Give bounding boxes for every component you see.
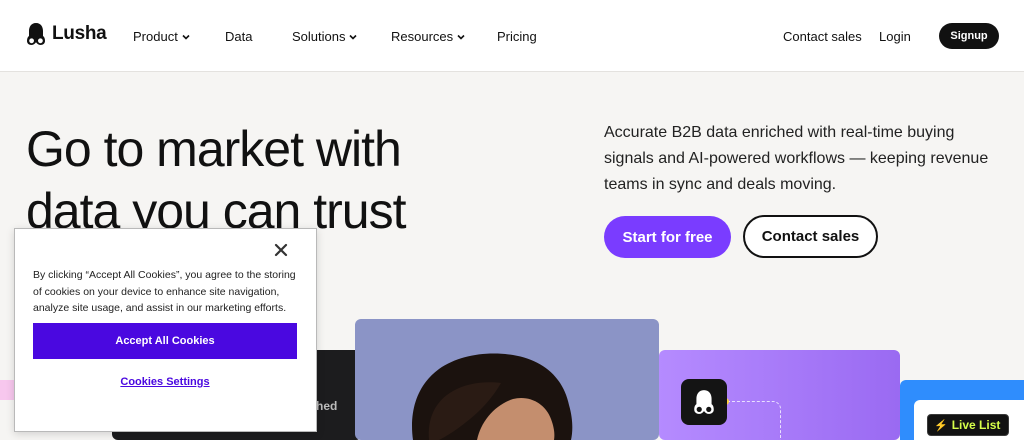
hero-title-line1: Go to market with: [26, 121, 402, 177]
hero-title: Go to market with data you can trust: [26, 118, 506, 242]
hero-description: Accurate B2B data enriched with real-tim…: [604, 124, 989, 193]
nav-solutions-label: Solutions: [292, 29, 346, 44]
contact-sales-button[interactable]: Contact sales: [743, 215, 878, 258]
accept-all-cookies-button[interactable]: Accept All Cookies: [33, 323, 297, 359]
brand-name: Lusha: [52, 23, 107, 44]
nav-product[interactable]: Product: [133, 29, 190, 44]
nav-solutions[interactable]: Solutions: [292, 29, 358, 44]
nav-resources[interactable]: Resources: [391, 29, 465, 44]
hero-person-photo: [355, 319, 659, 440]
start-for-free-button[interactable]: Start for free: [604, 216, 731, 258]
brand-logo[interactable]: Lusha: [26, 22, 107, 46]
live-list-label: Live List: [951, 418, 1001, 432]
nav-resources-label: Resources: [391, 29, 454, 44]
top-navigation: Lusha Product Data Solutions Resources P…: [0, 0, 1024, 72]
nav-data-label: Data: [225, 29, 253, 44]
person-illustration: [412, 353, 573, 440]
nav-data[interactable]: Data: [225, 29, 252, 44]
close-icon[interactable]: [274, 243, 288, 257]
dark-card-text: hed: [316, 399, 338, 413]
chevron-down-icon: [349, 34, 358, 40]
lusha-app-icon: [681, 379, 727, 425]
cookies-settings-link[interactable]: Cookies Settings: [33, 376, 297, 388]
nav-contact-sales-link[interactable]: Contact sales: [783, 29, 862, 44]
lusha-logo-icon: [694, 390, 714, 414]
nav-pricing-label: Pricing: [497, 29, 537, 44]
nav-pricing[interactable]: Pricing: [497, 29, 537, 44]
live-list-badge: ⚡ Live List: [927, 414, 1010, 436]
lusha-logo-icon: [27, 23, 45, 45]
bolt-icon: ⚡: [934, 419, 948, 432]
chevron-down-icon: [182, 34, 190, 40]
nav-product-label: Product: [133, 29, 178, 44]
cookie-consent-text: By clicking “Accept All Cookies”, you ag…: [33, 269, 296, 314]
signup-button[interactable]: Signup: [939, 23, 999, 49]
chevron-down-icon: [457, 34, 465, 40]
workflow-connector: [727, 401, 781, 440]
nav-login-link[interactable]: Login: [879, 29, 911, 44]
